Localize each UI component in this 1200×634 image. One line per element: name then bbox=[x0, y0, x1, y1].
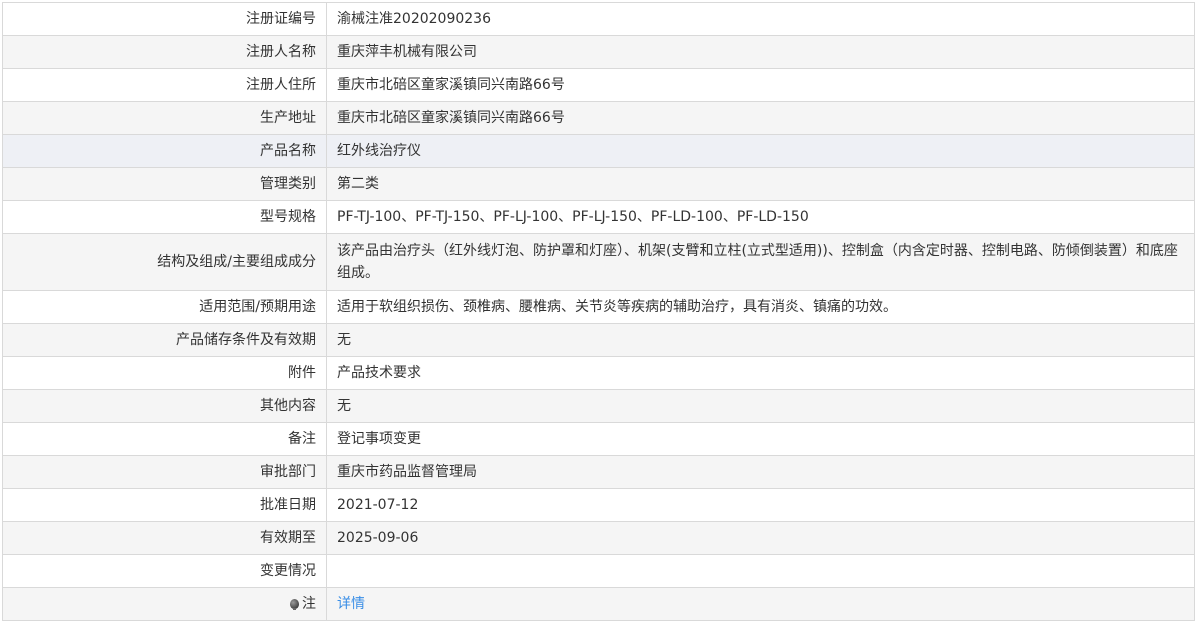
table-row: 适用范围/预期用途 适用于软组织损伤、颈椎病、腰椎病、关节炎等疾病的辅助治疗，具… bbox=[2, 290, 1195, 324]
attachment-label: 附件 bbox=[2, 356, 327, 390]
table-row: 注册人名称 重庆萍丰机械有限公司 bbox=[2, 35, 1195, 69]
valid-until-label: 有效期至 bbox=[2, 521, 327, 555]
note-value-cell: 详情 bbox=[326, 587, 1195, 621]
table-row: 管理类别 第二类 bbox=[2, 167, 1195, 201]
approval-date-label: 批准日期 bbox=[2, 488, 327, 522]
table-row: 审批部门 重庆市药品监督管理局 bbox=[2, 455, 1195, 489]
scope-label: 适用范围/预期用途 bbox=[2, 290, 327, 324]
registrant-name-value: 重庆萍丰机械有限公司 bbox=[326, 35, 1195, 69]
production-address-value: 重庆市北碚区童家溪镇同兴南路66号 bbox=[326, 101, 1195, 135]
registration-no-value: 渝械注准20202090236 bbox=[326, 2, 1195, 36]
approval-date-value: 2021-07-12 bbox=[326, 488, 1195, 522]
structure-value: 该产品由治疗头（红外线灯泡、防护罩和灯座）、机架(支臂和立柱(立式型适用))、控… bbox=[326, 233, 1195, 291]
storage-value: 无 bbox=[326, 323, 1195, 357]
table-row: 附件 产品技术要求 bbox=[2, 356, 1195, 390]
registrant-name-label: 注册人名称 bbox=[2, 35, 327, 69]
table-row: 注册证编号 渝械注准20202090236 bbox=[2, 2, 1195, 36]
table-row: 结构及组成/主要组成成分 该产品由治疗头（红外线灯泡、防护罩和灯座）、机架(支臂… bbox=[2, 233, 1195, 291]
other-label: 其他内容 bbox=[2, 389, 327, 423]
note-label-cell: 注 bbox=[2, 587, 327, 621]
note-label: 注 bbox=[302, 596, 316, 612]
registration-detail-table: 注册证编号 渝械注准20202090236 注册人名称 重庆萍丰机械有限公司 注… bbox=[2, 2, 1195, 621]
table-row: 注 详情 bbox=[2, 587, 1195, 621]
table-row: 生产地址 重庆市北碚区童家溪镇同兴南路66号 bbox=[2, 101, 1195, 135]
storage-label: 产品储存条件及有效期 bbox=[2, 323, 327, 357]
remarks-value: 登记事项变更 bbox=[326, 422, 1195, 456]
table-row: 批准日期 2021-07-12 bbox=[2, 488, 1195, 522]
registration-no-label: 注册证编号 bbox=[2, 2, 327, 36]
table-row: 产品名称 红外线治疗仪 bbox=[2, 134, 1195, 168]
management-class-value: 第二类 bbox=[326, 167, 1195, 201]
valid-until-value: 2025-09-06 bbox=[326, 521, 1195, 555]
lightbulb-icon bbox=[290, 599, 299, 610]
model-spec-value: PF-TJ-100、PF-TJ-150、PF-LJ-100、PF-LJ-150、… bbox=[326, 200, 1195, 234]
management-class-label: 管理类别 bbox=[2, 167, 327, 201]
scope-value: 适用于软组织损伤、颈椎病、腰椎病、关节炎等疾病的辅助治疗，具有消炎、镇痛的功效。 bbox=[326, 290, 1195, 324]
product-name-label: 产品名称 bbox=[2, 134, 327, 168]
model-spec-label: 型号规格 bbox=[2, 200, 327, 234]
remarks-label: 备注 bbox=[2, 422, 327, 456]
table-row: 备注 登记事项变更 bbox=[2, 422, 1195, 456]
other-value: 无 bbox=[326, 389, 1195, 423]
attachment-value: 产品技术要求 bbox=[326, 356, 1195, 390]
details-link[interactable]: 详情 bbox=[337, 596, 365, 612]
change-info-label: 变更情况 bbox=[2, 554, 327, 588]
approval-dept-label: 审批部门 bbox=[2, 455, 327, 489]
table-row: 变更情况 bbox=[2, 554, 1195, 588]
registrant-address-label: 注册人住所 bbox=[2, 68, 327, 102]
table-row: 产品储存条件及有效期 无 bbox=[2, 323, 1195, 357]
production-address-label: 生产地址 bbox=[2, 101, 327, 135]
registrant-address-value: 重庆市北碚区童家溪镇同兴南路66号 bbox=[326, 68, 1195, 102]
table-row: 型号规格 PF-TJ-100、PF-TJ-150、PF-LJ-100、PF-LJ… bbox=[2, 200, 1195, 234]
table-row: 有效期至 2025-09-06 bbox=[2, 521, 1195, 555]
table-row: 其他内容 无 bbox=[2, 389, 1195, 423]
product-name-value: 红外线治疗仪 bbox=[326, 134, 1195, 168]
structure-label: 结构及组成/主要组成成分 bbox=[2, 233, 327, 291]
approval-dept-value: 重庆市药品监督管理局 bbox=[326, 455, 1195, 489]
change-info-value bbox=[326, 554, 1195, 588]
table-row: 注册人住所 重庆市北碚区童家溪镇同兴南路66号 bbox=[2, 68, 1195, 102]
